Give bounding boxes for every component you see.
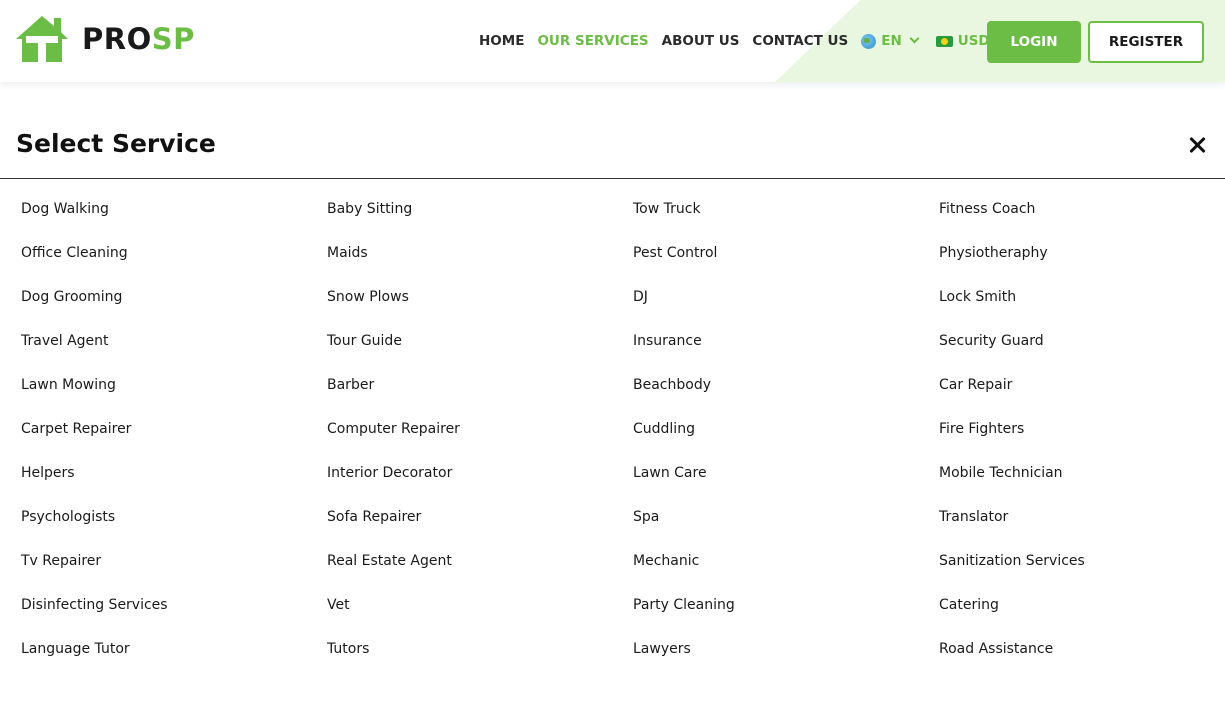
- service-link[interactable]: DJ: [633, 285, 933, 329]
- modal-title: Select Service: [16, 129, 216, 158]
- service-link[interactable]: Lawyers: [633, 637, 933, 681]
- service-link[interactable]: Road Assistance: [939, 637, 1225, 681]
- service-link[interactable]: Dog Walking: [21, 197, 321, 241]
- service-link[interactable]: Tutors: [327, 637, 627, 681]
- currency-label: USD: [957, 33, 990, 49]
- service-link[interactable]: Interior Decorator: [327, 461, 627, 505]
- register-button[interactable]: REGISTER: [1088, 21, 1204, 63]
- service-link[interactable]: Travel Agent: [21, 329, 321, 373]
- service-link[interactable]: Tv Repairer: [21, 549, 321, 593]
- login-button[interactable]: LOGIN: [987, 21, 1081, 63]
- globe-icon: [861, 33, 877, 49]
- nav-about-us[interactable]: ABOUT US: [662, 33, 740, 49]
- nav-contact-us[interactable]: CONTACT US: [752, 33, 848, 49]
- service-link[interactable]: Disinfecting Services: [21, 593, 321, 637]
- service-link[interactable]: Computer Repairer: [327, 417, 627, 461]
- service-link[interactable]: Physiotheraphy: [939, 241, 1225, 285]
- service-link[interactable]: Translator: [939, 505, 1225, 549]
- service-column-3: Tow Truck Pest Control DJ Insurance Beac…: [633, 197, 933, 681]
- service-link[interactable]: Fitness Coach: [939, 197, 1225, 241]
- language-label: EN: [881, 33, 902, 49]
- close-icon[interactable]: [1186, 134, 1208, 156]
- modal-divider: [0, 178, 1225, 179]
- service-link[interactable]: Sofa Repairer: [327, 505, 627, 549]
- nav-home[interactable]: HOME: [479, 33, 524, 49]
- service-link[interactable]: Spa: [633, 505, 933, 549]
- brand-name: PROSP: [82, 21, 195, 56]
- service-link[interactable]: Tow Truck: [633, 197, 933, 241]
- service-link[interactable]: Fire Fighters: [939, 417, 1225, 461]
- site-header: PROSP HOME OUR SERVICES ABOUT US CONTACT…: [0, 0, 1225, 82]
- site-logo[interactable]: PROSP: [14, 14, 195, 64]
- service-link[interactable]: Office Cleaning: [21, 241, 321, 285]
- service-link[interactable]: Insurance: [633, 329, 933, 373]
- service-link[interactable]: Security Guard: [939, 329, 1225, 373]
- service-link[interactable]: Real Estate Agent: [327, 549, 627, 593]
- service-link[interactable]: Car Repair: [939, 373, 1225, 417]
- service-link[interactable]: Pest Control: [633, 241, 933, 285]
- service-link[interactable]: Mobile Technician: [939, 461, 1225, 505]
- flag-icon: [935, 35, 953, 47]
- service-link[interactable]: Beachbody: [633, 373, 933, 417]
- house-logo-icon: [16, 16, 68, 62]
- service-link[interactable]: Cuddling: [633, 417, 933, 461]
- language-dropdown[interactable]: EN: [861, 33, 920, 49]
- service-link[interactable]: Carpet Repairer: [21, 417, 321, 461]
- service-link[interactable]: Catering: [939, 593, 1225, 637]
- service-link[interactable]: Maids: [327, 241, 627, 285]
- nav-our-services[interactable]: OUR SERVICES: [537, 33, 648, 49]
- service-link[interactable]: Language Tutor: [21, 637, 321, 681]
- service-column-2: Baby Sitting Maids Snow Plows Tour Guide…: [327, 197, 627, 681]
- service-link[interactable]: Lock Smith: [939, 285, 1225, 329]
- service-link[interactable]: Tour Guide: [327, 329, 627, 373]
- service-column-4: Fitness Coach Physiotheraphy Lock Smith …: [939, 197, 1225, 681]
- service-link[interactable]: Dog Grooming: [21, 285, 321, 329]
- service-link[interactable]: Sanitization Services: [939, 549, 1225, 593]
- service-link[interactable]: Snow Plows: [327, 285, 627, 329]
- service-link[interactable]: Vet: [327, 593, 627, 637]
- service-link[interactable]: Helpers: [21, 461, 321, 505]
- main-nav: HOME OUR SERVICES ABOUT US CONTACT US EN…: [479, 31, 1024, 51]
- service-link[interactable]: Lawn Care: [633, 461, 933, 505]
- service-link[interactable]: Mechanic: [633, 549, 933, 593]
- service-column-1: Dog Walking Office Cleaning Dog Grooming…: [21, 197, 321, 681]
- service-link[interactable]: Lawn Mowing: [21, 373, 321, 417]
- chevron-down-icon: [909, 33, 920, 44]
- service-link[interactable]: Party Cleaning: [633, 593, 933, 637]
- service-link[interactable]: Baby Sitting: [327, 197, 627, 241]
- service-link[interactable]: Psychologists: [21, 505, 321, 549]
- service-link[interactable]: Barber: [327, 373, 627, 417]
